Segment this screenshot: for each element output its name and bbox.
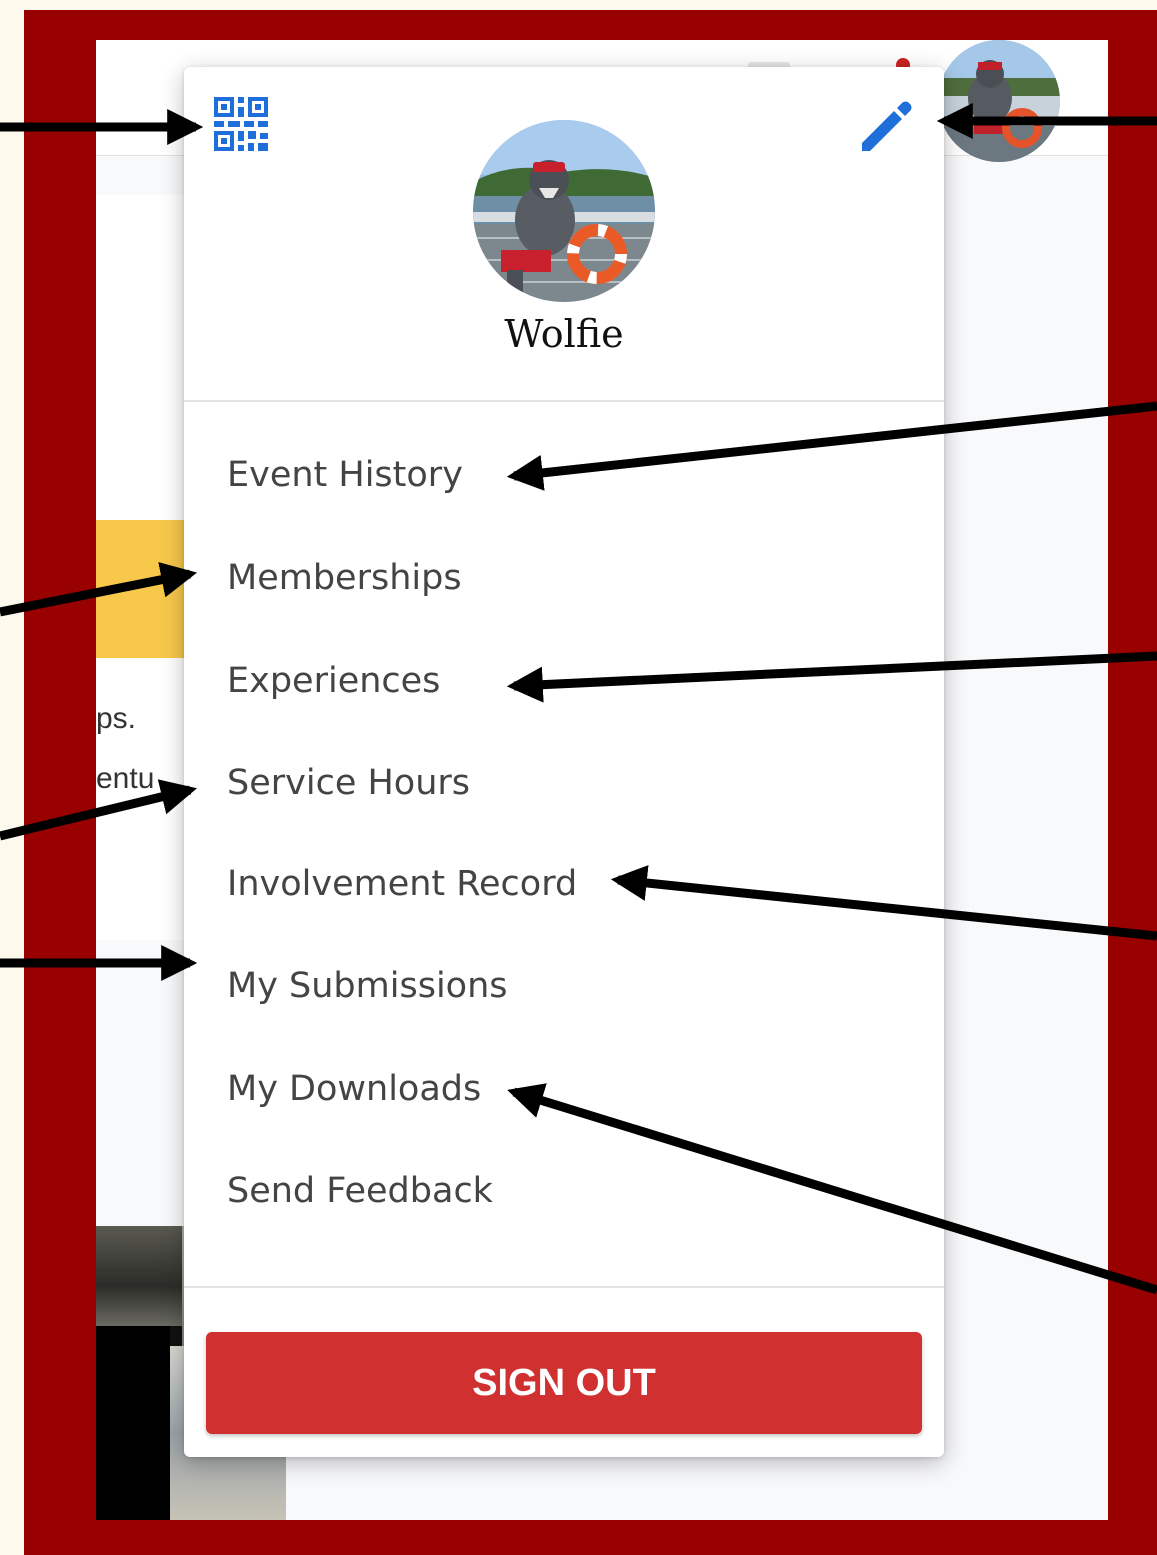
menu-item-send-feedback[interactable]: Send Feedback <box>227 1171 493 1211</box>
divider-top <box>184 400 944 402</box>
background-text-1: ps. <box>96 702 137 735</box>
menu-item-event-history[interactable]: Event History <box>227 455 463 495</box>
menu-item-my-downloads[interactable]: My Downloads <box>227 1069 481 1109</box>
background-text-2: entu <box>96 762 155 795</box>
menu-item-involvement-record[interactable]: Involvement Record <box>227 864 577 904</box>
menu-item-service-hours[interactable]: Service Hours <box>227 763 470 803</box>
profile-name: Wolfie <box>504 312 624 356</box>
pencil-icon[interactable] <box>856 95 918 157</box>
qr-code-icon[interactable] <box>212 95 270 153</box>
profile-avatar-button[interactable] <box>938 40 1060 162</box>
profile-avatar <box>473 120 655 302</box>
sign-out-button[interactable]: SIGN OUT <box>206 1332 922 1434</box>
menu-item-experiences[interactable]: Experiences <box>227 661 440 701</box>
avatar-image <box>938 40 1060 162</box>
profile-dropdown: Wolfie Event History Memberships Experie… <box>184 67 944 1457</box>
divider-bottom <box>184 1286 944 1288</box>
menu-item-memberships[interactable]: Memberships <box>227 558 462 598</box>
menu-item-my-submissions[interactable]: My Submissions <box>227 966 508 1006</box>
